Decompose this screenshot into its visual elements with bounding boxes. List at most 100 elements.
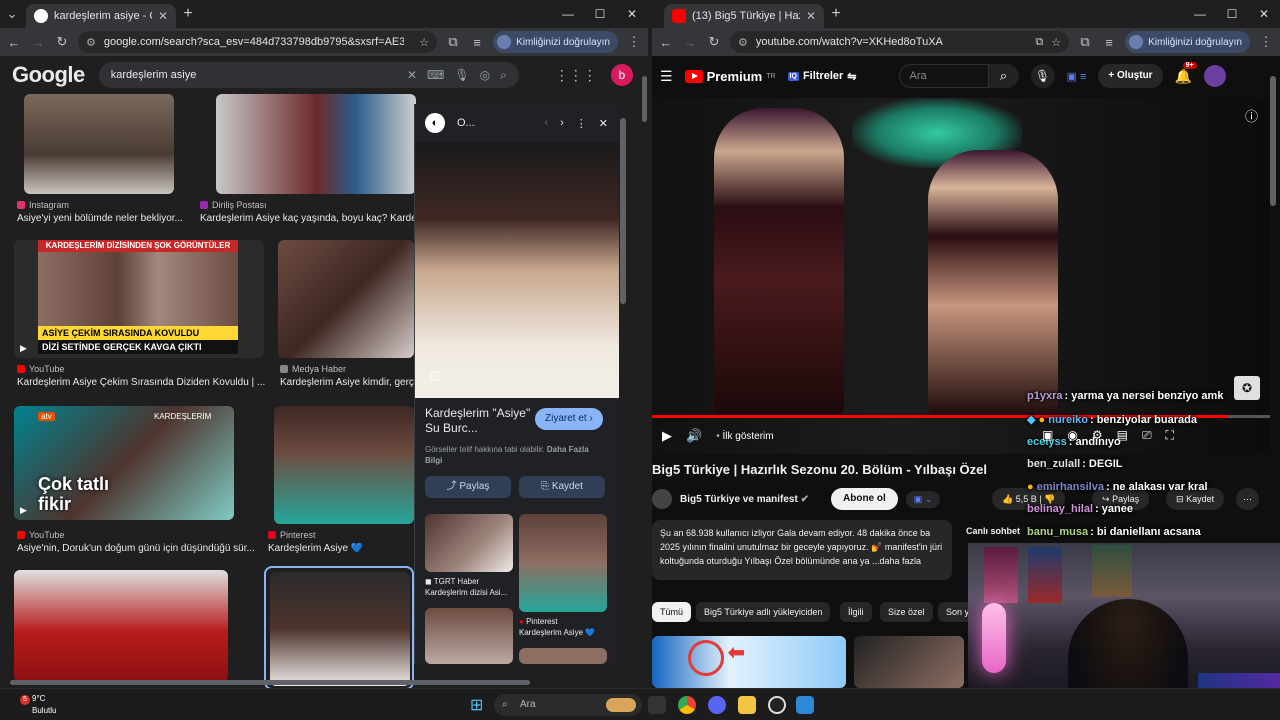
keyboard-icon[interactable]: ⌨ [427, 68, 444, 82]
info-icon[interactable]: ⓘ [1245, 106, 1258, 125]
result-title[interactable]: Kardeşlerim Asiye Çekim Sırasında Dizide… [17, 377, 267, 388]
close-window-button[interactable]: ✕ [616, 0, 648, 28]
menu-icon[interactable]: ⋮ [1258, 34, 1274, 50]
page-scrollbar[interactable] [1270, 76, 1276, 206]
tab-youtube[interactable]: (13) Big5 Türkiye | Hazırlık S... ✕ [664, 4, 824, 28]
lens-search-icon[interactable]: ⊡ [429, 368, 440, 384]
bookmark-star-icon[interactable]: ☆ [419, 36, 429, 49]
fullscreen-icon[interactable]: ⛶ [1166, 428, 1174, 443]
volume-icon[interactable]: 🔊 [686, 428, 702, 444]
lens-icon[interactable]: ◎ [480, 68, 490, 82]
chip-for-you[interactable]: Size özel [880, 602, 933, 622]
obs-icon[interactable] [768, 696, 786, 714]
chip-related[interactable]: İlgili [840, 602, 872, 622]
image-result[interactable]: KARDEŞLERİM DİZİSİNDEN ŞOK GÖRÜNTÜLER AS… [0, 240, 270, 390]
windows-start-icon[interactable]: ⊞ [470, 695, 483, 715]
page-scrollbar[interactable] [642, 76, 647, 122]
related-image[interactable] [425, 608, 513, 664]
chip-all[interactable]: Tümü [652, 602, 692, 622]
profile-verify-chip[interactable]: Kimliğinizi doğrulayın [493, 31, 618, 53]
profile-verify-chip[interactable]: Kimliğinizi doğrulayın [1125, 31, 1250, 53]
autoplay-toggle-icon[interactable]: ◉ [1067, 428, 1077, 443]
address-bar[interactable]: ⚙ youtube.com/watch?v=XKHed8oTuXA ⧉ ☆ [730, 31, 1070, 53]
site-info-icon[interactable]: ⚙ [86, 36, 96, 49]
search-query[interactable]: kardeşlerim asiye [111, 69, 397, 81]
panel-title[interactable]: Kardeşlerim "Asiye" Su Burc... [425, 406, 535, 436]
related-image[interactable] [519, 514, 607, 612]
maximize-button[interactable]: ☐ [1216, 0, 1248, 28]
apps-grid-icon[interactable]: ⋮⋮⋮ [555, 67, 597, 84]
back-icon[interactable]: ← [6, 35, 22, 50]
channel-name[interactable]: Big5 Türkiye ve manifest ✔ [680, 494, 809, 505]
result-title[interactable]: Kardeşlerim Asiye 💙 [268, 543, 414, 554]
youtube-premium-logo[interactable]: Premium TR [684, 69, 776, 84]
notifications-bell-icon[interactable]: 🔔 9+ [1175, 61, 1197, 85]
mic-icon[interactable]: 🎙 [454, 68, 469, 82]
address-bar[interactable]: ⚙ google.com/search?sca_esv=484d733798db… [78, 31, 438, 53]
install-app-icon[interactable]: ⧉ [1035, 36, 1043, 49]
chrome-icon[interactable] [678, 696, 696, 714]
forward-icon[interactable]: → [30, 35, 46, 50]
new-tab-button[interactable]: + [176, 5, 200, 23]
app-icon[interactable] [796, 696, 814, 714]
chip-uploader[interactable]: Big5 Türkiye adlı yükleyiciden [696, 602, 831, 622]
image-result[interactable]: Medya Haber Kardeşlerim Asiye kimdir, ge… [278, 240, 414, 390]
extension-icon[interactable]: ▣ ≡ [1067, 70, 1087, 83]
discord-icon[interactable] [708, 696, 726, 714]
reading-list-icon[interactable]: ≡ [1101, 35, 1117, 50]
search-icon[interactable]: ⌕ [500, 68, 507, 83]
site-name[interactable]: O... [457, 117, 475, 129]
channel-avatar[interactable] [652, 489, 672, 509]
result-thumbnail[interactable] [278, 240, 414, 358]
result-title[interactable]: Asiye'nin, Doruk'un doğum günü için düşü… [17, 543, 257, 554]
recommended-thumbnail[interactable] [854, 636, 964, 688]
recommended-thumbnail[interactable]: ⬅ [652, 636, 846, 688]
result-title[interactable]: Kardeşlerim Asiye kimdir, gerçe [280, 377, 414, 388]
close-tab-icon[interactable]: ✕ [158, 9, 168, 23]
subtitles-icon[interactable]: ▤ [1117, 428, 1128, 443]
settings-icon[interactable]: ⚙ [1092, 428, 1103, 443]
reload-icon[interactable]: ↻ [706, 34, 722, 50]
tab-search-icon[interactable]: ⌄ [4, 6, 20, 22]
result-thumbnail[interactable]: KARDEŞLERİM DİZİSİNDEN ŞOK GÖRÜNTÜLER AS… [14, 240, 264, 358]
result-title[interactable]: Kardeşlerim Asiye kaç yaşında, boyu kaç?… [200, 213, 414, 224]
result-thumbnail[interactable]: atv KARDEŞLERİM Çok tatlı fikir ▶ [14, 406, 234, 520]
youtube-search-icon[interactable]: ⌕ [988, 64, 1019, 88]
share-button[interactable]: ⤴ Paylaş [425, 476, 511, 498]
create-button[interactable]: + Oluştur [1098, 64, 1163, 88]
youtube-avatar[interactable] [1204, 65, 1227, 87]
weather-widget[interactable]: 5 9°C Bulutlu [20, 693, 56, 716]
prev-arrow-icon[interactable]: ‹ [544, 117, 548, 129]
result-thumbnail[interactable] [274, 406, 414, 524]
more-actions-button[interactable]: ⋯ [1236, 488, 1259, 510]
video-description[interactable]: Şu an 68.938 kullanıcı izliyor Gala deva… [652, 520, 952, 580]
task-view-icon[interactable] [648, 696, 666, 714]
image-result[interactable]: Instagram Asiye'yi yeni bölümde neler be… [0, 94, 200, 234]
related-image[interactable] [519, 648, 607, 664]
file-explorer-icon[interactable] [738, 696, 756, 714]
close-panel-icon[interactable]: ✕ [599, 117, 608, 130]
visit-button[interactable]: Ziyaret et › [535, 408, 603, 430]
preview-image[interactable]: ⊡ [415, 142, 619, 398]
result-thumbnail[interactable] [270, 572, 410, 686]
next-arrow-icon[interactable]: › [560, 117, 564, 129]
subscribe-button[interactable]: Abone ol [831, 488, 898, 510]
live-chat-label[interactable]: Canlı sohbet [966, 526, 1020, 536]
maximize-button[interactable]: ☐ [584, 0, 616, 28]
panel-scrollbar[interactable] [620, 118, 626, 304]
more-options-icon[interactable]: ⋮ [576, 117, 587, 130]
cast-icon[interactable]: ⎚ [1142, 428, 1152, 443]
reading-list-icon[interactable]: ≡ [469, 35, 485, 50]
play-icon[interactable]: ▶ [662, 428, 672, 444]
voice-search-icon[interactable]: 🎙 [1030, 64, 1055, 88]
minimize-button[interactable]: — [1184, 0, 1216, 28]
youtube-search-input[interactable]: Ara [898, 64, 989, 88]
horizontal-scrollbar[interactable] [10, 680, 530, 685]
result-thumbnail[interactable] [216, 94, 416, 194]
google-account-avatar[interactable]: b [610, 64, 633, 86]
google-logo[interactable]: Google [12, 62, 85, 88]
close-window-button[interactable]: ✕ [1248, 0, 1280, 28]
clear-icon[interactable]: ✕ [407, 68, 417, 82]
menu-icon[interactable]: ⋮ [626, 34, 642, 50]
miniplayer-icon[interactable]: ▣ [1042, 428, 1053, 443]
